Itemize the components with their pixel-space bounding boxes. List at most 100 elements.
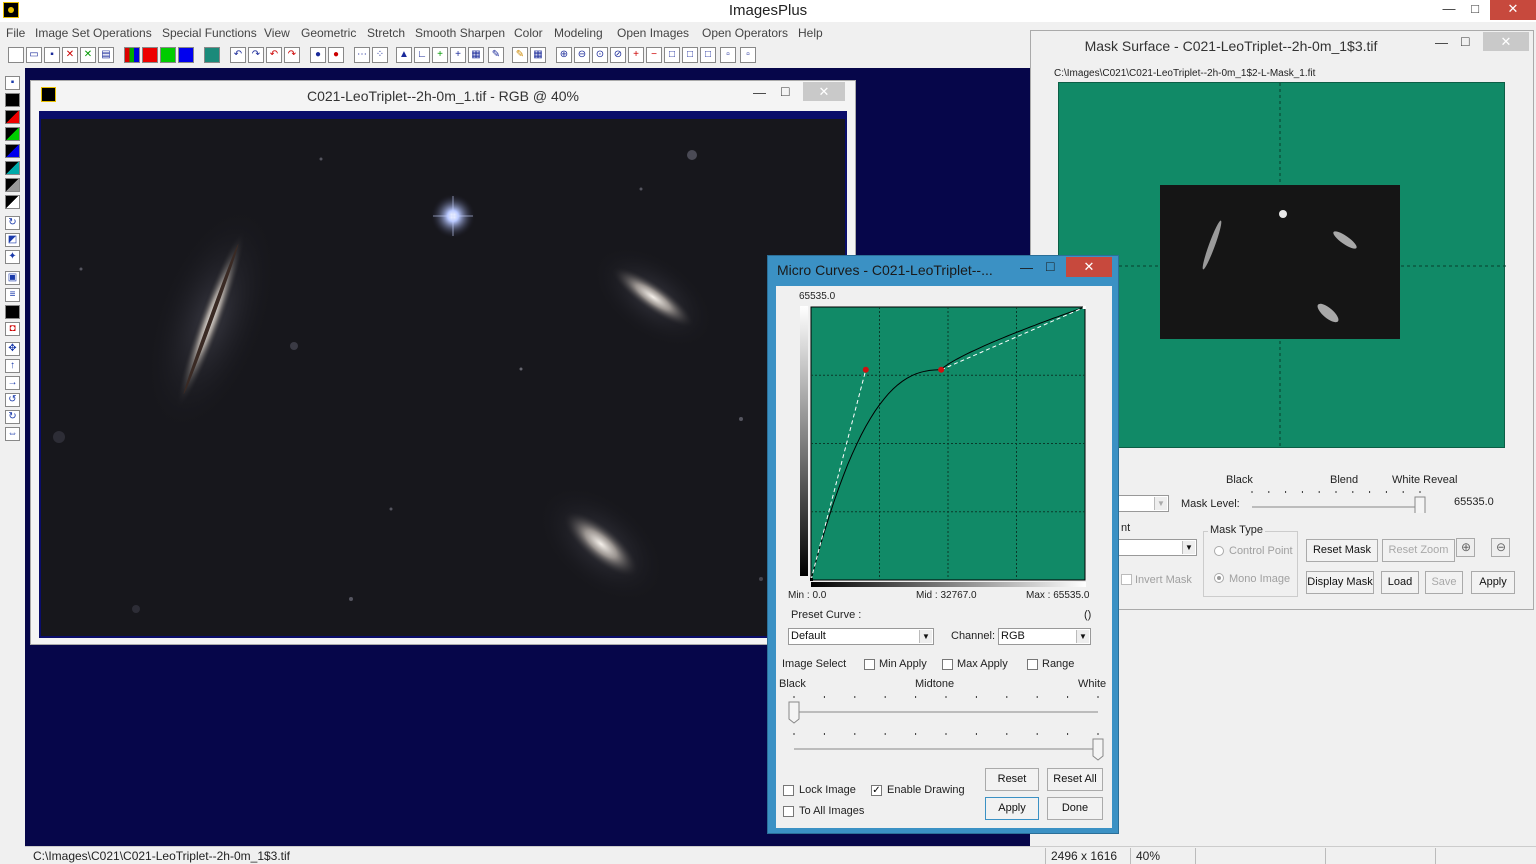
mask-red-icon[interactable]: ●	[328, 47, 344, 63]
red-tool-icon[interactable]: ◘	[5, 322, 20, 336]
zoom-in-icon[interactable]: ⊕	[1456, 538, 1475, 557]
invert-mask-checkbox[interactable]	[1121, 574, 1132, 585]
preset-curve-select[interactable]: Default ▼	[788, 628, 934, 645]
menu-open-images[interactable]: Open Images	[617, 26, 689, 40]
close-icon[interactable]: ✕	[1066, 257, 1112, 277]
image-window-titlebar[interactable]: C021-LeoTriplet--2h-0m_1.tif - RGB @ 40%…	[31, 81, 855, 109]
minimize-icon[interactable]: —	[1436, 0, 1462, 20]
maximize-icon[interactable]: □	[781, 83, 789, 99]
zoom-out-icon[interactable]: ⊖	[1491, 538, 1510, 557]
red-channel-icon[interactable]	[142, 47, 158, 63]
menu-modeling[interactable]: Modeling	[554, 26, 603, 40]
pencil-icon[interactable]: ✎	[512, 47, 528, 63]
blue-channel-icon[interactable]	[178, 47, 194, 63]
red-swatch-icon[interactable]	[5, 110, 20, 124]
menu-geometric[interactable]: Geometric	[301, 26, 356, 40]
white-swatch-icon[interactable]	[5, 195, 20, 209]
window-2-icon[interactable]: □	[682, 47, 698, 63]
save-button[interactable]: Save	[1425, 571, 1463, 594]
arrow-right-tool-icon[interactable]: →	[5, 376, 20, 390]
rotate-left-tool-icon[interactable]: ↺	[5, 393, 20, 407]
menu-view[interactable]: View	[264, 26, 290, 40]
menu-smooth-sharpen[interactable]: Smooth Sharpen	[415, 26, 505, 40]
minimize-icon[interactable]: —	[1020, 260, 1033, 275]
close-icon[interactable]: ✕	[1483, 32, 1529, 51]
zoom-fit-icon[interactable]: ⊙	[592, 47, 608, 63]
curve-icon[interactable]: ∟	[414, 47, 430, 63]
save-icon[interactable]: ▪	[44, 47, 60, 63]
minimize-icon[interactable]: —	[1435, 35, 1448, 50]
black-bar-tool-icon[interactable]	[5, 305, 20, 319]
to-all-images-checkbox[interactable]	[783, 806, 794, 817]
mask-combo-2[interactable]: ▼	[1117, 539, 1197, 556]
palette-icon[interactable]: ✎	[488, 47, 504, 63]
rotate-right-tool-icon[interactable]: ↻	[5, 410, 20, 424]
print-icon[interactable]: ▤	[98, 47, 114, 63]
zoom-in-icon[interactable]: ⊕	[556, 47, 572, 63]
points-icon[interactable]: ⁘	[372, 47, 388, 63]
range-checkbox[interactable]	[1027, 659, 1038, 670]
dots-icon[interactable]: ⋯	[354, 47, 370, 63]
menu-file[interactable]: File	[6, 26, 25, 40]
apply-button[interactable]: Apply	[985, 797, 1039, 820]
control-point-radio[interactable]	[1214, 546, 1224, 556]
close-icon[interactable]: ✕	[1490, 0, 1536, 20]
crosshair-green-icon[interactable]: +	[432, 47, 448, 63]
menu-special-functions[interactable]: Special Functions	[162, 26, 257, 40]
undo-icon[interactable]: ↶	[230, 47, 246, 63]
rgb-channel-icon[interactable]	[124, 47, 140, 63]
channel-select[interactable]: RGB ▼	[998, 628, 1091, 645]
mask-level-slider[interactable]	[1246, 489, 1426, 519]
lock-image-checkbox[interactable]	[783, 785, 794, 796]
mask-icon[interactable]: ●	[310, 47, 326, 63]
maximize-icon[interactable]: □	[1462, 0, 1488, 20]
green-swatch-icon[interactable]	[5, 127, 20, 141]
new-icon[interactable]	[8, 47, 24, 63]
flip-tool-icon[interactable]: ⇔	[5, 427, 20, 441]
curve-editor[interactable]	[809, 305, 1087, 582]
image-info-icon[interactable]	[204, 47, 220, 63]
window-5-icon[interactable]: ▫	[740, 47, 756, 63]
reset-zoom-button[interactable]: Reset Zoom	[1382, 539, 1455, 562]
redo-all-icon[interactable]: ↷	[284, 47, 300, 63]
cyan-swatch-icon[interactable]	[5, 161, 20, 175]
star-tool-icon[interactable]: ✦	[5, 250, 20, 264]
open-icon[interactable]: ▭	[26, 47, 42, 63]
refresh-tool-icon[interactable]: ↻	[5, 216, 20, 230]
close-image-icon[interactable]: ✕	[62, 47, 78, 63]
close-all-icon[interactable]: ✕	[80, 47, 96, 63]
green-channel-icon[interactable]	[160, 47, 176, 63]
enable-drawing-checkbox[interactable]: ✓	[871, 785, 882, 796]
astro-image-canvas[interactable]	[41, 119, 845, 636]
zoom-out-icon[interactable]: ⊖	[574, 47, 590, 63]
maximize-icon[interactable]: □	[1461, 33, 1469, 49]
grid-icon[interactable]: ▦	[468, 47, 484, 63]
gradient-tool-icon[interactable]: ◩	[5, 233, 20, 247]
arrow-up-tool-icon[interactable]: ↑	[5, 359, 20, 373]
mono-image-radio[interactable]	[1214, 573, 1224, 583]
add-window-icon[interactable]: +	[628, 47, 644, 63]
move-tool-icon[interactable]: ✥	[5, 342, 20, 356]
reset-mask-button[interactable]: Reset Mask	[1306, 539, 1378, 562]
max-apply-checkbox[interactable]	[942, 659, 953, 670]
undo-all-icon[interactable]: ↶	[266, 47, 282, 63]
micro-curves-titlebar[interactable]: Micro Curves - C021-LeoTriplet--... — □ …	[768, 256, 1118, 284]
save-tool-icon[interactable]: ▪	[5, 76, 20, 90]
midtone-slider-1[interactable]	[788, 690, 1104, 724]
remove-window-icon[interactable]: −	[646, 47, 662, 63]
reset-button[interactable]: Reset	[985, 768, 1039, 791]
midtone-slider-2[interactable]	[788, 729, 1104, 763]
histogram-icon[interactable]: ▲	[396, 47, 412, 63]
display-mask-button[interactable]: Display Mask	[1306, 571, 1374, 594]
crosshair-icon[interactable]: +	[450, 47, 466, 63]
load-button[interactable]: Load	[1381, 571, 1419, 594]
redo-icon[interactable]: ↷	[248, 47, 264, 63]
min-apply-checkbox[interactable]	[864, 659, 875, 670]
zoom-reset-icon[interactable]: ⊘	[610, 47, 626, 63]
levels-tool-icon[interactable]: ≡	[5, 288, 20, 302]
reset-all-button[interactable]: Reset All	[1047, 768, 1103, 791]
menu-open-operators[interactable]: Open Operators	[702, 26, 788, 40]
black-swatch-icon[interactable]	[5, 93, 20, 107]
window-1-icon[interactable]: □	[664, 47, 680, 63]
minimize-icon[interactable]: —	[753, 85, 766, 100]
